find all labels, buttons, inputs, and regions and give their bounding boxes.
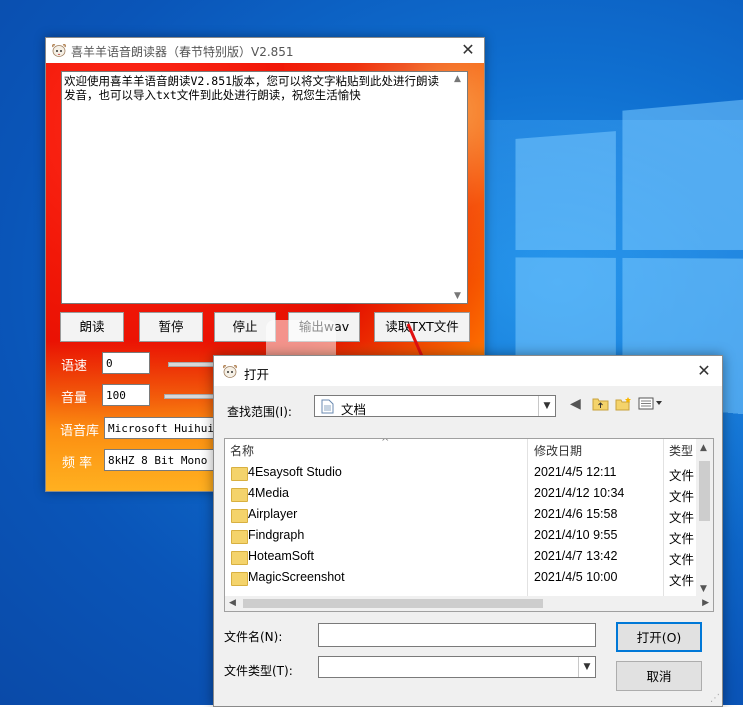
look-in-value: 文档 bbox=[341, 402, 367, 417]
list-item[interactable]: HoteamSoft 2021/4/7 13:42 文件 bbox=[225, 547, 695, 568]
chevron-down-icon[interactable]: ▼ bbox=[538, 396, 555, 416]
file-name: 4Media bbox=[248, 486, 289, 500]
file-modified: 2021/4/7 13:42 bbox=[534, 549, 618, 563]
file-name: 4Esaysoft Studio bbox=[248, 465, 342, 479]
file-type: 文件 bbox=[669, 531, 695, 546]
hscroll-thumb[interactable] bbox=[243, 599, 543, 608]
filename-input[interactable] bbox=[318, 623, 596, 647]
view-menu-icon[interactable] bbox=[638, 397, 664, 410]
file-type: 文件 bbox=[669, 552, 695, 567]
pause-button[interactable]: 暂停 bbox=[139, 312, 203, 342]
file-type: 文件 bbox=[669, 573, 695, 588]
speed-field[interactable]: 0 bbox=[102, 352, 150, 374]
file-name: MagicScreenshot bbox=[248, 570, 345, 584]
file-name: Airplayer bbox=[248, 507, 298, 521]
speed-label: 语速 bbox=[61, 359, 88, 374]
document-icon bbox=[321, 399, 334, 414]
chevron-down-icon[interactable]: ▼ bbox=[578, 657, 595, 677]
folder-icon bbox=[231, 488, 248, 502]
scroll-right-icon[interactable]: ▶ bbox=[702, 598, 709, 608]
file-modified: 2021/4/10 9:55 bbox=[534, 528, 618, 542]
voice-library-label: 语音库 bbox=[60, 424, 100, 439]
frequency-label: 频 率 bbox=[62, 456, 93, 471]
folder-icon bbox=[231, 530, 248, 544]
scroll-down-icon[interactable]: ▼ bbox=[700, 584, 707, 594]
column-name-header[interactable]: 名称 bbox=[230, 439, 254, 461]
load-txt-button[interactable]: 读取TXT文件 bbox=[374, 312, 470, 342]
back-arrow-icon[interactable]: ◀ bbox=[570, 396, 581, 412]
scroll-up-icon[interactable]: ▲ bbox=[700, 443, 707, 453]
new-folder-icon[interactable] bbox=[615, 396, 632, 411]
folder-icon bbox=[231, 551, 248, 565]
scroll-left-icon[interactable]: ◀ bbox=[229, 598, 236, 608]
file-type: 文件 bbox=[669, 468, 695, 483]
list-item[interactable]: Findgraph 2021/4/10 9:55 文件 bbox=[225, 526, 695, 547]
open-button[interactable]: 打开(O) bbox=[616, 622, 702, 652]
filename-label: 文件名(N): bbox=[224, 630, 283, 644]
reading-text-area[interactable]: 欢迎使用喜羊羊语音朗读V2.851版本，您可以将文字粘贴到此处进行朗读发音，也可… bbox=[61, 71, 468, 304]
dialog-title-bar[interactable]: 打开 ✕ bbox=[214, 356, 722, 386]
file-modified: 2021/4/5 10:00 bbox=[534, 570, 618, 584]
filetype-combo[interactable]: ▼ bbox=[318, 656, 596, 678]
filetype-label: 文件类型(T): bbox=[224, 664, 293, 678]
look-in-combo[interactable]: 文档 ▼ bbox=[314, 395, 556, 417]
file-list-hscrollbar[interactable]: ◀ ▶ bbox=[225, 596, 713, 611]
column-type-header[interactable]: 类型 bbox=[669, 439, 693, 461]
vscroll-thumb[interactable] bbox=[699, 461, 710, 521]
volume-label: 音量 bbox=[61, 391, 88, 406]
folder-icon bbox=[231, 572, 248, 586]
sheep-app-icon bbox=[223, 365, 237, 378]
file-modified: 2021/4/6 15:58 bbox=[534, 507, 618, 521]
reader-close-icon[interactable]: ✕ bbox=[454, 39, 482, 61]
file-list-vscrollbar[interactable]: ▲ ▼ bbox=[696, 439, 713, 596]
file-type: 文件 bbox=[669, 510, 695, 525]
list-item[interactable]: 4Media 2021/4/12 10:34 文件 bbox=[225, 484, 695, 505]
cancel-button[interactable]: 取消 bbox=[616, 661, 702, 691]
open-file-dialog: 打开 ✕ 查找范围(I): 文档 ▼ ◀ 名称 ^ 修改日期 类型 4Esays… bbox=[213, 355, 723, 707]
reader-title-bar[interactable]: 喜羊羊语音朗读器（春节特别版）V2.851 ✕ bbox=[46, 38, 484, 63]
sheep-app-icon bbox=[52, 44, 66, 57]
export-wav-button[interactable]: 输出wav bbox=[288, 312, 360, 342]
up-folder-icon[interactable] bbox=[592, 396, 609, 411]
text-scrollbar[interactable]: ▲ ▼ bbox=[452, 72, 467, 303]
list-item[interactable]: 4Esaysoft Studio 2021/4/5 12:11 文件 bbox=[225, 463, 695, 484]
folder-icon bbox=[231, 467, 248, 481]
voice-library-select[interactable]: Microsoft Huihui Desktop bbox=[104, 417, 216, 439]
column-modified-header[interactable]: 修改日期 bbox=[534, 439, 582, 461]
list-item[interactable]: Airplayer 2021/4/6 15:58 文件 bbox=[225, 505, 695, 526]
volume-slider[interactable] bbox=[164, 394, 216, 399]
scroll-down-icon[interactable]: ▼ bbox=[454, 291, 461, 301]
scroll-up-icon[interactable]: ▲ bbox=[454, 74, 461, 84]
resize-grip-icon[interactable]: ⋰ bbox=[710, 693, 720, 704]
look-in-label: 查找范围(I): bbox=[227, 405, 292, 419]
frequency-select[interactable]: 8kHZ 8 Bit Mono bbox=[104, 449, 216, 471]
file-name: HoteamSoft bbox=[248, 549, 315, 563]
dialog-close-icon[interactable]: ✕ bbox=[690, 360, 718, 382]
file-modified: 2021/4/5 12:11 bbox=[534, 465, 617, 479]
reading-text: 欢迎使用喜羊羊语音朗读V2.851版本，您可以将文字粘贴到此处进行朗读发音，也可… bbox=[64, 74, 440, 102]
folder-icon bbox=[231, 509, 248, 523]
stop-button[interactable]: 停止 bbox=[214, 312, 276, 342]
volume-field[interactable]: 100 bbox=[102, 384, 150, 406]
list-item[interactable]: MagicScreenshot 2021/4/5 10:00 文件 bbox=[225, 568, 695, 589]
file-name: Findgraph bbox=[248, 528, 305, 542]
read-button[interactable]: 朗读 bbox=[60, 312, 124, 342]
file-list[interactable]: 名称 ^ 修改日期 类型 4Esaysoft Studio 2021/4/5 1… bbox=[224, 438, 714, 612]
dialog-title: 打开 bbox=[244, 367, 270, 382]
reader-title: 喜羊羊语音朗读器（春节特别版）V2.851 bbox=[71, 45, 294, 59]
file-type: 文件 bbox=[669, 489, 695, 504]
file-modified: 2021/4/12 10:34 bbox=[534, 486, 625, 500]
sort-up-icon: ^ bbox=[381, 438, 390, 448]
